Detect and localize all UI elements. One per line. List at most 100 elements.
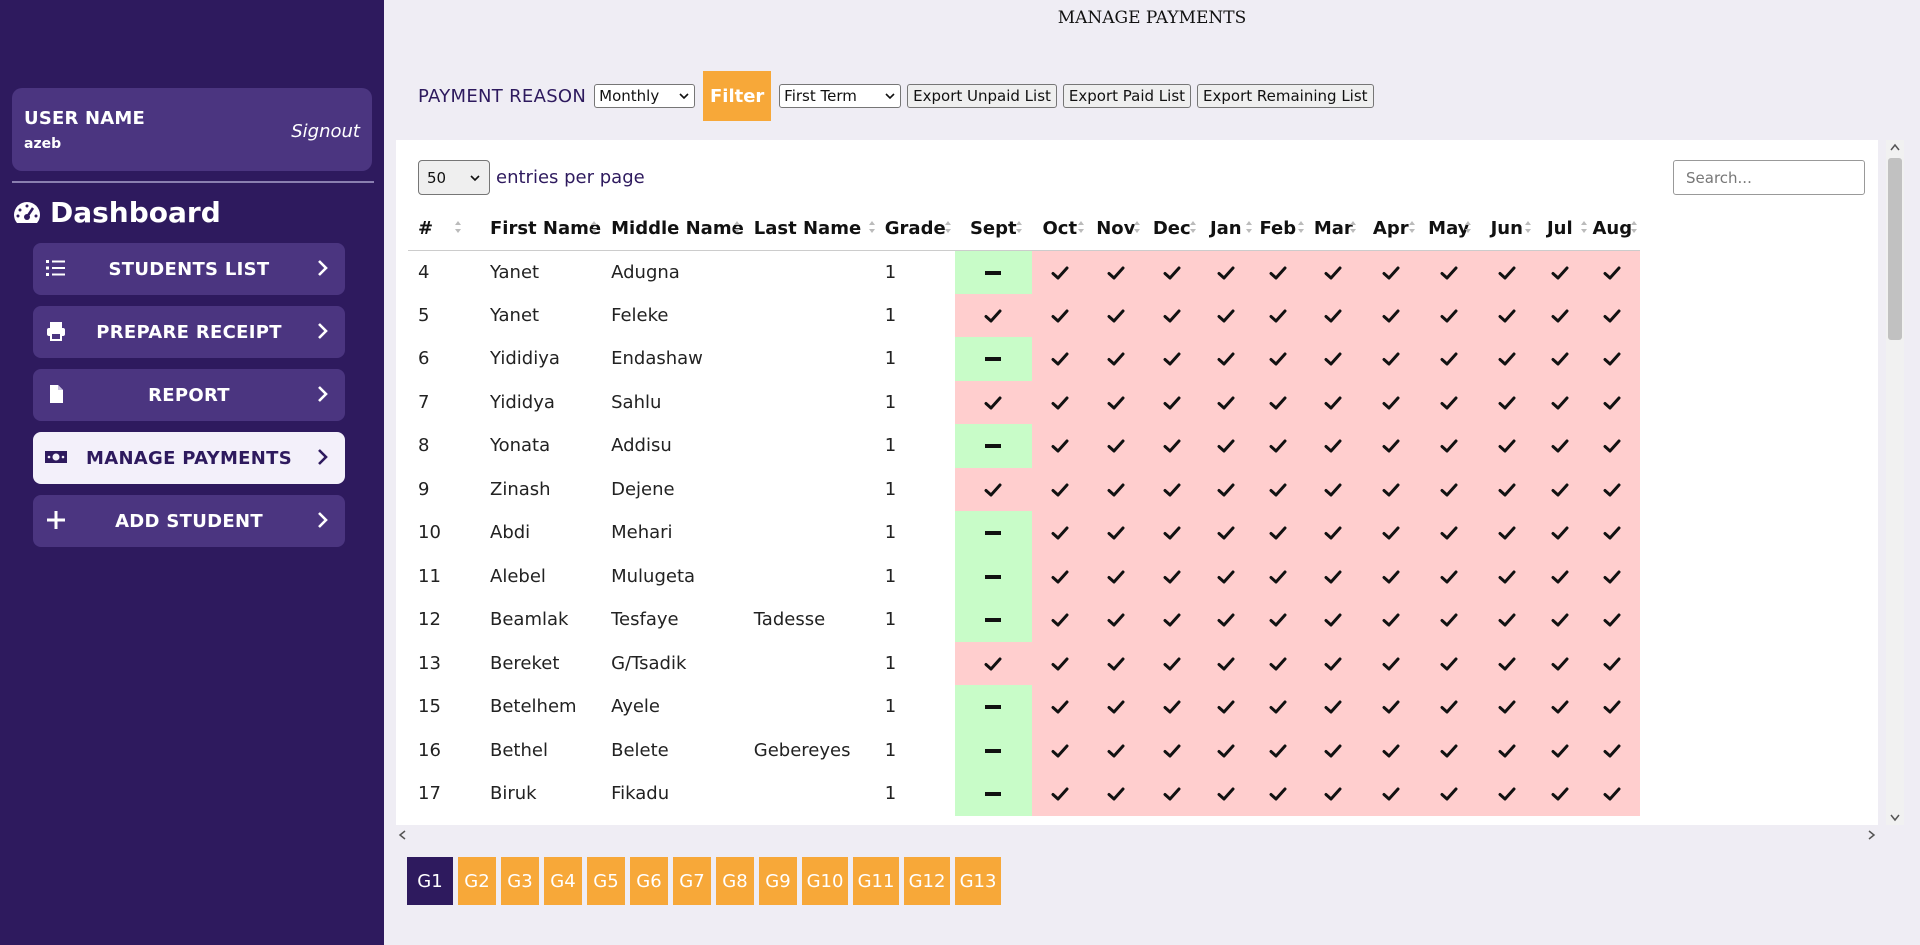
month-cell[interactable]: [1418, 467, 1479, 511]
month-cell[interactable]: [1478, 641, 1535, 685]
month-cell[interactable]: [1143, 772, 1200, 816]
month-cell[interactable]: [1303, 337, 1363, 381]
entries-per-page-select[interactable]: 50: [418, 160, 490, 195]
month-cell[interactable]: [1031, 728, 1088, 772]
month-cell[interactable]: [1087, 641, 1144, 685]
month-cell[interactable]: [1418, 424, 1479, 468]
month-cell[interactable]: [1534, 772, 1585, 816]
month-cell[interactable]: [1303, 772, 1363, 816]
month-cell[interactable]: [1362, 598, 1419, 642]
payment-reason-select[interactable]: Monthly: [594, 84, 696, 108]
column-header[interactable]: Aug: [1584, 208, 1640, 251]
month-cell[interactable]: [1199, 293, 1252, 337]
month-cell[interactable]: [954, 598, 1032, 642]
month-cell[interactable]: [1362, 250, 1419, 294]
month-cell[interactable]: [1303, 250, 1363, 294]
nav-manage-payments[interactable]: MANAGE PAYMENTS: [33, 432, 345, 484]
grade-tab-g8[interactable]: G8: [716, 857, 754, 905]
month-cell[interactable]: [1584, 380, 1640, 424]
month-cell[interactable]: [1303, 380, 1363, 424]
grade-tab-g9[interactable]: G9: [759, 857, 797, 905]
month-cell[interactable]: [1199, 554, 1252, 598]
month-cell[interactable]: [1031, 467, 1088, 511]
month-cell[interactable]: [954, 380, 1032, 424]
month-cell[interactable]: [1251, 685, 1304, 729]
export-unpaid-button[interactable]: Export Unpaid List: [907, 84, 1057, 108]
column-header[interactable]: Last Name: [743, 208, 875, 251]
column-header[interactable]: Mar: [1303, 208, 1363, 251]
month-cell[interactable]: [1584, 467, 1640, 511]
month-cell[interactable]: [1362, 772, 1419, 816]
table-row[interactable]: 13 Bereket G/Tsadik 1: [408, 641, 1640, 685]
table-row[interactable]: 16 Bethel Belete Gebereyes 1: [408, 728, 1640, 772]
month-cell[interactable]: [1199, 641, 1252, 685]
month-cell[interactable]: [1584, 728, 1640, 772]
month-cell[interactable]: [1478, 467, 1535, 511]
table-row[interactable]: 17 Biruk Fikadu 1: [408, 772, 1640, 816]
month-cell[interactable]: [1251, 337, 1304, 381]
column-header[interactable]: Jun: [1478, 208, 1535, 251]
month-cell[interactable]: [954, 728, 1032, 772]
column-header[interactable]: First Name: [480, 208, 602, 251]
table-row[interactable]: 9 Zinash Dejene 1: [408, 467, 1640, 511]
month-cell[interactable]: [1418, 380, 1479, 424]
month-cell[interactable]: [954, 641, 1032, 685]
nav-add-student[interactable]: ADD STUDENT: [33, 495, 345, 547]
month-cell[interactable]: [1031, 250, 1088, 294]
nav-prepare-receipt[interactable]: PREPARE RECEIPT: [33, 306, 345, 358]
month-cell[interactable]: [1143, 424, 1200, 468]
column-header[interactable]: Dec: [1143, 208, 1200, 251]
column-header[interactable]: Nov: [1087, 208, 1144, 251]
month-cell[interactable]: [1251, 250, 1304, 294]
month-cell[interactable]: [1303, 641, 1363, 685]
grade-tab-g1[interactable]: G1: [407, 857, 453, 905]
column-header[interactable]: #: [408, 208, 480, 251]
month-cell[interactable]: [1478, 250, 1535, 294]
month-cell[interactable]: [1303, 467, 1363, 511]
month-cell[interactable]: [1303, 424, 1363, 468]
month-cell[interactable]: [1362, 380, 1419, 424]
month-cell[interactable]: [1251, 511, 1304, 555]
column-header[interactable]: Grade: [874, 208, 955, 251]
month-cell[interactable]: [1478, 511, 1535, 555]
month-cell[interactable]: [1478, 424, 1535, 468]
month-cell[interactable]: [1534, 467, 1585, 511]
month-cell[interactable]: [954, 772, 1032, 816]
month-cell[interactable]: [1478, 554, 1535, 598]
month-cell[interactable]: [1143, 380, 1200, 424]
search-input[interactable]: Search...: [1673, 160, 1865, 195]
month-cell[interactable]: [1418, 337, 1479, 381]
month-cell[interactable]: [1478, 380, 1535, 424]
month-cell[interactable]: [1534, 685, 1585, 729]
month-cell[interactable]: [1199, 598, 1252, 642]
month-cell[interactable]: [1362, 511, 1419, 555]
month-cell[interactable]: [1087, 598, 1144, 642]
month-cell[interactable]: [1251, 772, 1304, 816]
month-cell[interactable]: [1418, 293, 1479, 337]
month-cell[interactable]: [1362, 293, 1419, 337]
month-cell[interactable]: [954, 424, 1032, 468]
month-cell[interactable]: [1199, 424, 1252, 468]
export-remaining-button[interactable]: Export Remaining List: [1197, 84, 1374, 108]
grade-tab-g5[interactable]: G5: [587, 857, 625, 905]
month-cell[interactable]: [1478, 337, 1535, 381]
month-cell[interactable]: [1143, 293, 1200, 337]
grade-tab-g7[interactable]: G7: [673, 857, 711, 905]
month-cell[interactable]: [1418, 641, 1479, 685]
column-header[interactable]: Middle Name: [601, 208, 744, 251]
month-cell[interactable]: [1303, 511, 1363, 555]
month-cell[interactable]: [1087, 554, 1144, 598]
month-cell[interactable]: [1584, 293, 1640, 337]
grade-tab-g4[interactable]: G4: [544, 857, 582, 905]
month-cell[interactable]: [1303, 598, 1363, 642]
table-row[interactable]: 11 Alebel Mulugeta 1: [408, 554, 1640, 598]
month-cell[interactable]: [1584, 511, 1640, 555]
month-cell[interactable]: [1478, 685, 1535, 729]
table-row[interactable]: 6 Yididiya Endashaw 1: [408, 337, 1640, 381]
month-cell[interactable]: [1087, 467, 1144, 511]
month-cell[interactable]: [1303, 728, 1363, 772]
month-cell[interactable]: [1534, 424, 1585, 468]
month-cell[interactable]: [1584, 685, 1640, 729]
month-cell[interactable]: [1031, 380, 1088, 424]
month-cell[interactable]: [1584, 424, 1640, 468]
